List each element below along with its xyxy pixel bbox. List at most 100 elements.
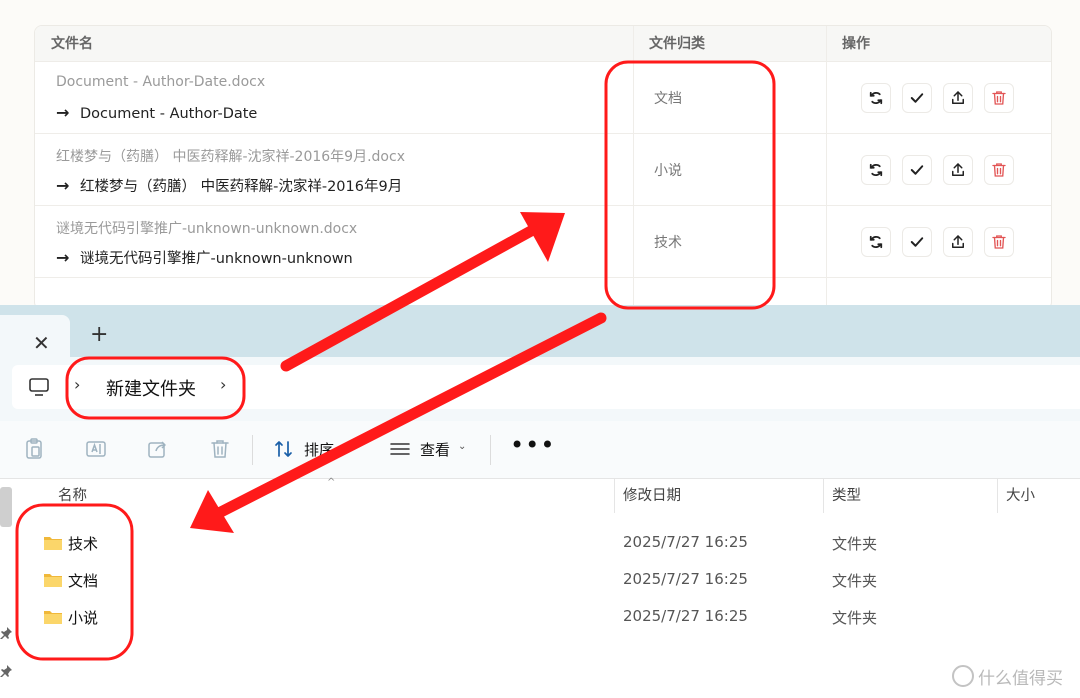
- toolbar-divider: [490, 435, 491, 465]
- delete-toolbar-button[interactable]: [208, 437, 232, 461]
- pin-icon[interactable]: [0, 627, 12, 639]
- category-label: 文档: [654, 91, 682, 107]
- column-separator[interactable]: [823, 479, 824, 513]
- folder-modified: 2025/7/27 16:25: [623, 607, 748, 625]
- delete-button[interactable]: [984, 155, 1014, 185]
- renamed-text: Document - Author-Date: [80, 106, 258, 122]
- share-button[interactable]: [146, 437, 170, 461]
- check-icon: [910, 237, 924, 247]
- view-button[interactable]: 查看: [420, 439, 450, 460]
- folder-modified: 2025/7/27 16:25: [623, 533, 748, 551]
- address-bar-row: › 新建文件夹 ›: [0, 357, 1080, 421]
- new-tab-button[interactable]: +: [90, 322, 108, 347]
- folder-type: 文件夹: [832, 572, 878, 590]
- confirm-button[interactable]: [902, 155, 932, 185]
- delete-button[interactable]: [984, 83, 1014, 113]
- folder-name: 文档: [68, 572, 99, 590]
- explorer-tab[interactable]: ✕: [0, 315, 70, 357]
- more-options-icon[interactable]: •••: [510, 431, 555, 459]
- table-row: Document - Author-Date.docx → Document - …: [35, 62, 1051, 134]
- rename-button[interactable]: [84, 437, 108, 461]
- sort-chevron-down-icon[interactable]: ⌄: [344, 441, 352, 452]
- refresh-button[interactable]: [861, 83, 891, 113]
- renamed-text: 谜境无代码引擎推广-unknown-unknown: [80, 251, 353, 267]
- close-tab-icon[interactable]: ✕: [33, 331, 50, 355]
- column-separator[interactable]: [614, 479, 615, 513]
- original-filename: 红楼梦与（药膳） 中医药释解-沈家祥-2016年9月.docx: [56, 149, 405, 165]
- category-label: 技术: [654, 235, 682, 251]
- upload-button[interactable]: [943, 227, 973, 257]
- address-bar[interactable]: › 新建文件夹 ›: [12, 365, 1080, 409]
- folder-icon: [44, 537, 62, 550]
- refresh-icon: [869, 163, 883, 177]
- folder-name: 小说: [68, 609, 99, 627]
- upload-button[interactable]: [943, 83, 973, 113]
- folder-name: 技术: [68, 535, 99, 553]
- folder-modified: 2025/7/27 16:25: [623, 570, 748, 588]
- header-category: 文件归类: [649, 36, 705, 52]
- folder-row[interactable]: 技术 2025/7/27 16:25 文件夹: [16, 524, 1080, 561]
- nav-scrollbar[interactable]: [0, 487, 12, 527]
- breadcrumb-chevron-icon[interactable]: ›: [74, 375, 80, 394]
- right-arrow-icon: →: [56, 176, 70, 195]
- pin-icon[interactable]: [0, 665, 12, 677]
- renamed-filename: → Document - Author-Date: [56, 103, 257, 122]
- view-icon[interactable]: [388, 437, 412, 461]
- column-header-name[interactable]: 名称: [58, 479, 87, 513]
- row-actions: [861, 227, 1021, 257]
- file-explorer-window: ✕ + › 新建文件夹 › 排序 ⌄ 查看 ⌄ ••• ^ 名称 修改日期 类型…: [0, 305, 1080, 698]
- folder-icon: [44, 574, 62, 587]
- header-filename: 文件名: [51, 36, 93, 52]
- table-row: 谜境无代码引擎推广-unknown-unknown.docx → 谜境无代码引擎推…: [35, 206, 1051, 278]
- toolbar-divider: [252, 435, 253, 465]
- folder-icon: [44, 611, 62, 624]
- confirm-button[interactable]: [902, 227, 932, 257]
- upload-icon: [952, 91, 964, 104]
- upload-button[interactable]: [943, 155, 973, 185]
- paste-button[interactable]: [22, 437, 46, 461]
- right-arrow-icon: →: [56, 248, 70, 267]
- original-filename: 谜境无代码引擎推广-unknown-unknown.docx: [56, 221, 358, 237]
- breadcrumb-chevron-icon[interactable]: ›: [220, 375, 226, 394]
- column-separator[interactable]: [997, 479, 998, 513]
- trash-icon: [211, 440, 229, 458]
- sort-ascending-icon: ^: [327, 477, 336, 488]
- folder-row[interactable]: 文档 2025/7/27 16:25 文件夹: [16, 561, 1080, 598]
- refresh-icon: [869, 235, 883, 249]
- table-row: 红楼梦与（药膳） 中医药释解-沈家祥-2016年9月.docx → 红楼梦与（药膳…: [35, 134, 1051, 206]
- view-chevron-down-icon[interactable]: ⌄: [458, 441, 466, 452]
- trash-icon: [992, 91, 1006, 105]
- upload-icon: [952, 163, 964, 176]
- folder-type: 文件夹: [832, 609, 878, 627]
- original-filename: Document - Author-Date.docx: [56, 74, 266, 90]
- column-header-size[interactable]: 大小: [1006, 479, 1035, 513]
- renamed-filename: → 红楼梦与（药膳） 中医药释解-沈家祥-2016年9月: [56, 175, 402, 196]
- table-header: 文件名 文件归类 操作: [35, 26, 1051, 62]
- delete-button[interactable]: [984, 227, 1014, 257]
- row-actions: [861, 155, 1021, 185]
- watermark: 什么值得买: [952, 664, 1063, 689]
- header-actions: 操作: [842, 36, 870, 52]
- sort-icon[interactable]: [272, 437, 296, 461]
- folder-row[interactable]: 小说 2025/7/27 16:25 文件夹: [16, 598, 1080, 635]
- sort-button[interactable]: 排序: [304, 439, 334, 460]
- upload-icon: [952, 235, 964, 248]
- this-pc-icon[interactable]: [28, 377, 50, 397]
- file-list: ^ 名称 修改日期 类型 大小 技术 2025/7/27 16:25 文件夹 文…: [0, 477, 1080, 698]
- tab-strip: ✕ +: [0, 305, 1080, 357]
- renamed-filename: → 谜境无代码引擎推广-unknown-unknown: [56, 247, 353, 268]
- refresh-button[interactable]: [861, 155, 891, 185]
- breadcrumb-folder[interactable]: 新建文件夹: [106, 375, 196, 401]
- refresh-icon: [869, 91, 883, 105]
- column-header-type[interactable]: 类型: [832, 479, 861, 513]
- column-header-modified[interactable]: 修改日期: [623, 479, 681, 513]
- row-actions: [861, 83, 1021, 113]
- clipboard-icon: [26, 438, 42, 459]
- navigation-pane: [0, 479, 16, 698]
- category-label: 小说: [654, 163, 682, 179]
- confirm-button[interactable]: [902, 83, 932, 113]
- refresh-button[interactable]: [861, 227, 891, 257]
- command-bar: 排序 ⌄ 查看 ⌄ •••: [0, 421, 1080, 479]
- trash-icon: [992, 235, 1006, 249]
- right-arrow-icon: →: [56, 103, 70, 122]
